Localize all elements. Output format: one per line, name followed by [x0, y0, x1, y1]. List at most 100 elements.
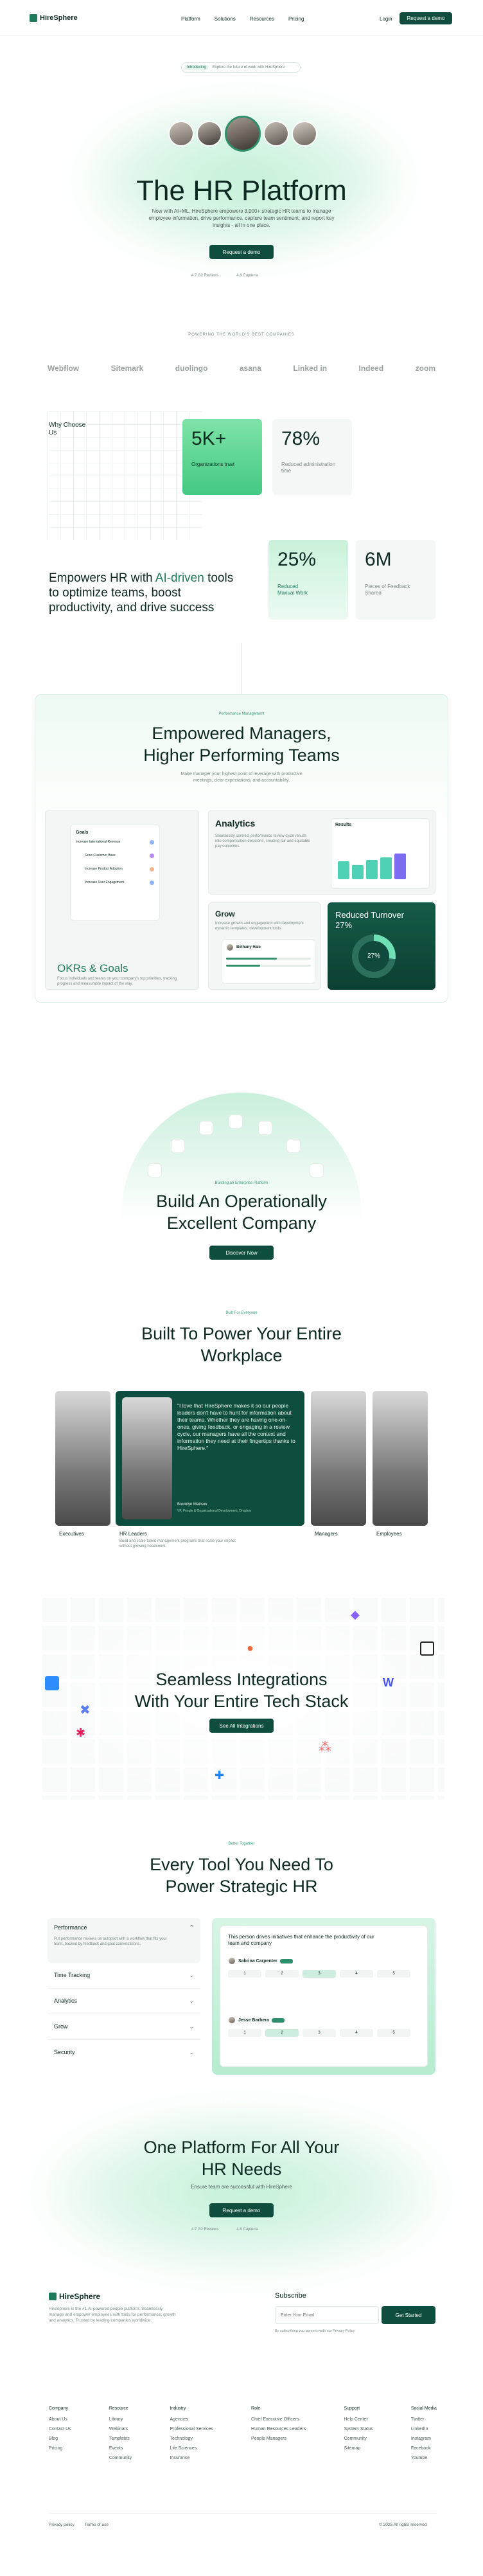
- goal-dot-icon: [150, 854, 154, 858]
- nav-item-platform[interactable]: Platform: [181, 16, 200, 22]
- rating-option[interactable]: 5: [377, 2029, 410, 2037]
- footer-link[interactable]: System Status: [344, 2427, 373, 2431]
- privacy-link[interactable]: Privacy policy: [49, 2523, 75, 2527]
- stat-card-manual-work: 25% Reduced Manual Work: [268, 540, 348, 620]
- progress-line: [226, 965, 311, 967]
- chevron-down-icon: ⌄: [189, 1998, 194, 2004]
- rating-option[interactable]: 2: [265, 1970, 299, 1978]
- footer-link[interactable]: Blog: [49, 2437, 71, 2441]
- subscribe-title: Subscribe: [275, 2292, 306, 2300]
- discover-now-button[interactable]: Discover Now: [209, 1246, 274, 1260]
- footer-link[interactable]: Insurance: [170, 2456, 213, 2460]
- footer-legal: Privacy policy Terms of use: [49, 2523, 109, 2527]
- accordion-header: Performance ⌃: [54, 1924, 194, 1931]
- logo-linkedin: Linked in: [293, 364, 328, 373]
- footer-link[interactable]: Facebook: [411, 2446, 437, 2451]
- footer-col-head: Company: [49, 2406, 68, 2411]
- footer-link[interactable]: Life Sciences: [170, 2446, 213, 2451]
- email-input[interactable]: [275, 2306, 379, 2324]
- accordion-label: Security: [54, 2049, 75, 2055]
- footer-link[interactable]: People Managers: [251, 2437, 306, 2441]
- review-prompt: This person drives initiatives that enha…: [228, 1934, 374, 1946]
- footer-link[interactable]: Sitemap: [344, 2446, 373, 2451]
- footer-link[interactable]: LinkedIn: [411, 2427, 437, 2431]
- accordion-item-grow[interactable]: Grow ⌄: [48, 2014, 200, 2040]
- stat-label: Pieces of Feedback Shared: [365, 584, 410, 596]
- nav-item-solutions[interactable]: Solutions: [215, 16, 236, 22]
- goals-panel: Goals Increase International Revenue Gro…: [70, 825, 160, 921]
- rating-option[interactable]: 3: [303, 1970, 336, 1978]
- results-chart-panel: Results: [331, 818, 430, 889]
- footer-link[interactable]: Events: [109, 2446, 132, 2451]
- footer-link[interactable]: Youtube: [411, 2456, 437, 2460]
- rating-option[interactable]: 1: [228, 1970, 261, 1978]
- footer-link[interactable]: Human Resources Leaders: [251, 2427, 306, 2431]
- accordion-item-time-tracking[interactable]: Time Tracking ⌄: [48, 1963, 200, 1989]
- rating-option[interactable]: 4: [340, 2029, 373, 2037]
- grow-person: Bethany Hale: [226, 944, 311, 951]
- footer-link[interactable]: Twitter: [411, 2417, 437, 2422]
- footer-link[interactable]: Technology: [170, 2437, 213, 2441]
- rating-option[interactable]: 1: [228, 2029, 261, 2037]
- operational-tag: Building an Enterprise Platform: [215, 1181, 268, 1185]
- caption-executives: Executives: [59, 1531, 84, 1537]
- terms-link[interactable]: Terms of use: [85, 2523, 109, 2527]
- okr-text: Focus individuals and teams on your comp…: [57, 977, 177, 986]
- managers-title-1: Empowered Managers,: [152, 724, 331, 743]
- accordion-item-analytics[interactable]: Analytics ⌄: [48, 1989, 200, 2014]
- final-request-demo-button[interactable]: Request a demo: [209, 2203, 274, 2217]
- footer-link[interactable]: Contact Us: [49, 2427, 71, 2431]
- accordion-text: Put performance reviews on autopilot wit…: [54, 1937, 167, 1946]
- accordion-label: Time Tracking: [54, 1972, 91, 1978]
- reviewee: Jesse Barbera: [228, 2016, 419, 2024]
- chevron-up-icon: ⌃: [189, 1924, 194, 1931]
- notion-icon: [420, 1641, 434, 1656]
- accordion-item-performance[interactable]: Performance ⌃ Put performance reviews on …: [48, 1918, 200, 1963]
- footer-link[interactable]: Library: [109, 2417, 132, 2422]
- footer-link[interactable]: Community: [109, 2456, 132, 2460]
- operational-title-2: Excellent Company: [166, 1213, 317, 1233]
- hero-request-demo-button[interactable]: Request a demo: [209, 245, 274, 259]
- stat-label: Reduced administration time: [281, 461, 336, 474]
- chevron-down-icon: ⌄: [189, 2049, 194, 2055]
- logo-webflow: Webflow: [48, 364, 80, 373]
- executives-photo[interactable]: [55, 1391, 110, 1526]
- accordion-item-security[interactable]: Security ⌄: [48, 2040, 200, 2065]
- footer-link[interactable]: About Us: [49, 2417, 71, 2422]
- jira-icon: ✚: [215, 1769, 225, 1782]
- footer-link[interactable]: Community: [344, 2437, 373, 2441]
- rating-option[interactable]: 5: [377, 1970, 410, 1978]
- footer-link[interactable]: Webinars: [109, 2427, 132, 2431]
- footer-link[interactable]: Instagram: [411, 2437, 437, 2441]
- employees-photo[interactable]: [373, 1391, 428, 1526]
- footer-link[interactable]: Agencies: [170, 2417, 213, 2422]
- tools-title-1: Every Tool You Need To: [150, 1855, 333, 1874]
- managers-photo[interactable]: [311, 1391, 366, 1526]
- nav-item-resources[interactable]: Resources: [250, 16, 274, 22]
- rating-option[interactable]: 3: [303, 2029, 336, 2037]
- brand-logo[interactable]: HireSphere: [30, 14, 78, 22]
- footer-brand[interactable]: HireSphere: [49, 2292, 100, 2301]
- goal-text: Increase User Engagement: [85, 881, 124, 884]
- footer-link[interactable]: Chief Executive Officers: [251, 2417, 306, 2422]
- see-all-integrations-button[interactable]: See All Integrations: [209, 1719, 274, 1733]
- hero-badge[interactable]: Introducing Explore the future of work w…: [181, 62, 301, 73]
- rating-option[interactable]: 2: [265, 2029, 299, 2037]
- footer-link[interactable]: Help Center: [344, 2417, 373, 2422]
- grow-person-panel: Bethany Hale: [222, 939, 315, 984]
- goal-item: Grow Customer Base: [85, 854, 154, 858]
- stat-value: 5K+: [191, 428, 227, 449]
- nav-request-demo-button[interactable]: Request a demo: [400, 12, 452, 24]
- login-link[interactable]: Login: [380, 16, 392, 22]
- footer-link[interactable]: Templates: [109, 2437, 132, 2441]
- footer-link[interactable]: Professional Services: [170, 2427, 213, 2431]
- goal-dot-icon: [150, 867, 154, 872]
- logos-caption: POWERING THE WORLD'S BEST COMPANIES: [188, 333, 295, 337]
- get-started-button[interactable]: Get Started: [382, 2306, 435, 2324]
- nav-item-pricing[interactable]: Pricing: [288, 16, 304, 22]
- avatar: [197, 121, 222, 147]
- logo-mark-icon: [49, 2293, 57, 2300]
- avatar: [225, 116, 261, 152]
- footer-link[interactable]: Pricing: [49, 2446, 71, 2451]
- rating-option[interactable]: 4: [340, 1970, 373, 1978]
